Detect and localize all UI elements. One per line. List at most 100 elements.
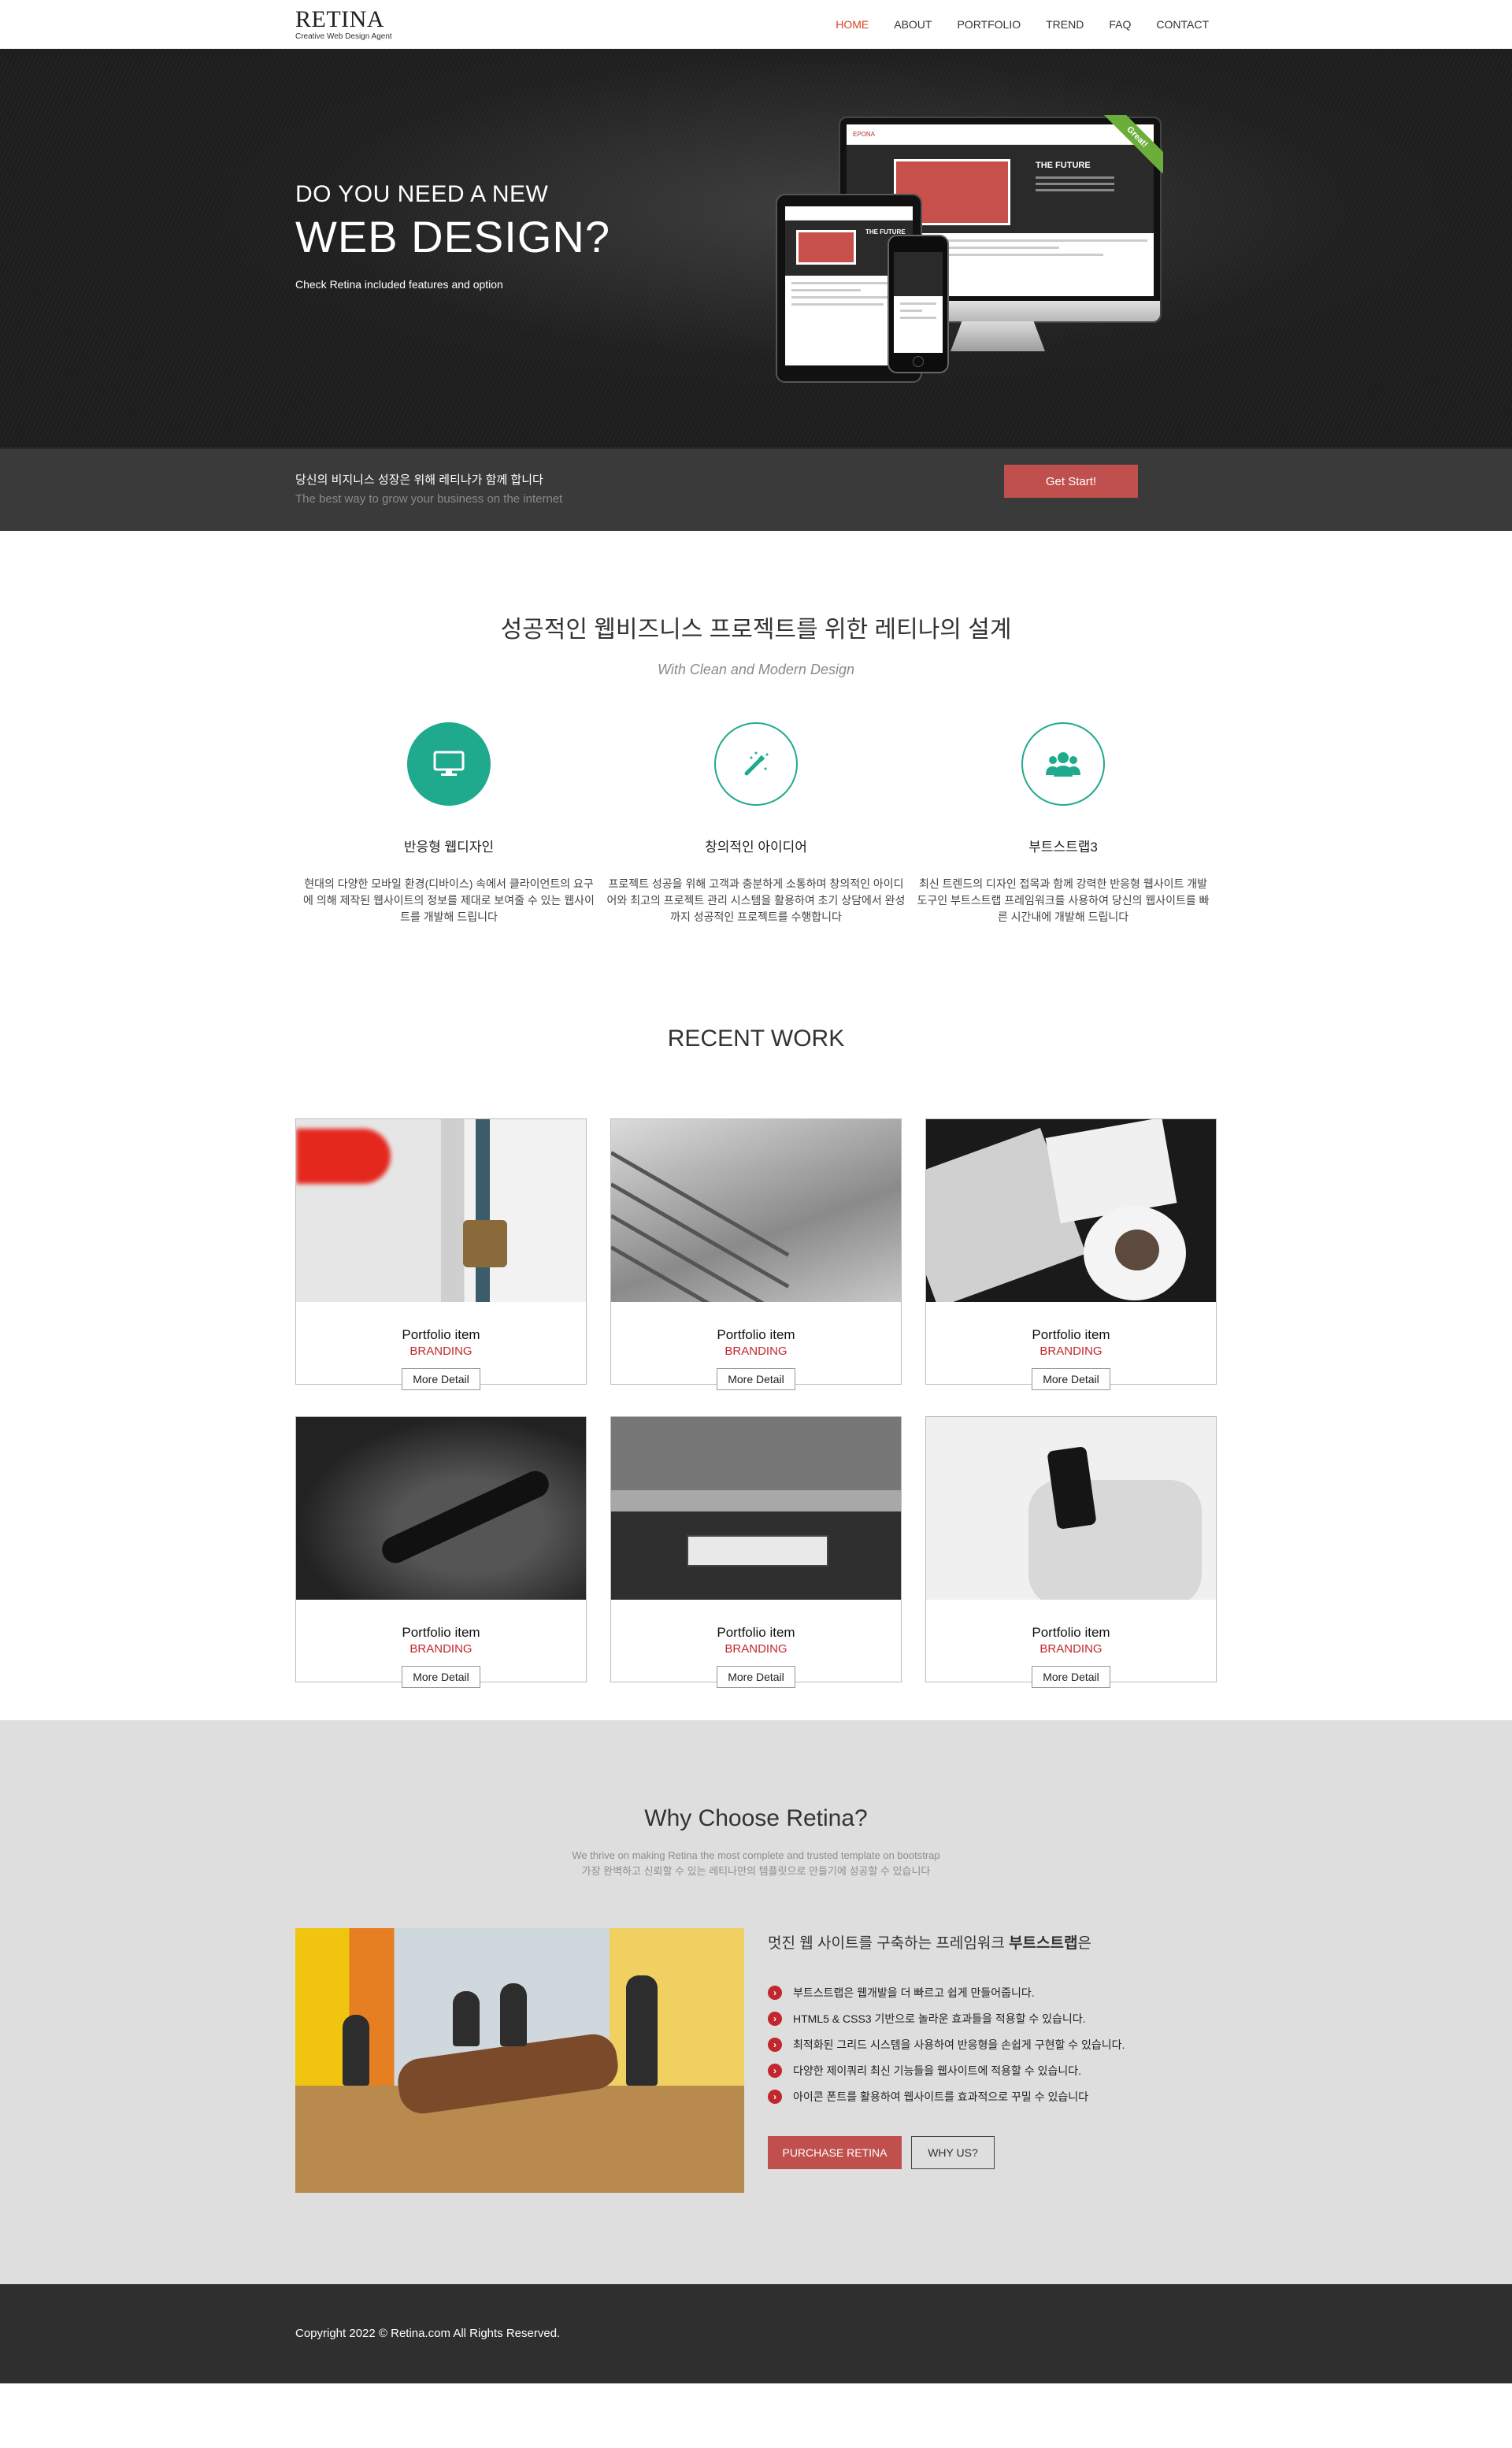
nav-portfolio[interactable]: PORTFOLIO bbox=[957, 18, 1021, 31]
hero-heading-large: WEB DESIGN? bbox=[295, 212, 610, 261]
portfolio-image-padlock bbox=[296, 1119, 586, 1302]
portfolio-title: Portfolio item bbox=[402, 1327, 480, 1342]
more-detail-button[interactable]: More Detail bbox=[1032, 1368, 1110, 1390]
more-detail-button[interactable]: More Detail bbox=[717, 1368, 795, 1390]
why-us-button[interactable]: WHY US? bbox=[911, 2136, 995, 2169]
chevron-right-icon: › bbox=[768, 2089, 782, 2104]
feature-item: 반응형 웹디자인 현대의 다양한 모바일 환경(디바이스) 속에서 클라이언트의… bbox=[295, 722, 602, 925]
portfolio-title: Portfolio item bbox=[717, 1327, 795, 1342]
chevron-right-icon: › bbox=[768, 2063, 782, 2078]
logo[interactable]: RETINA Creative Web Design Agent bbox=[295, 6, 392, 41]
feature-item: 부트스트랩3 최신 트렌드의 디자인 접목과 함께 강력한 반응형 웹사이트 개… bbox=[910, 722, 1217, 925]
mockup-headline: THE FUTURE bbox=[1036, 161, 1091, 170]
more-detail-button[interactable]: More Detail bbox=[717, 1666, 795, 1688]
features-subtitle: With Clean and Modern Design bbox=[658, 662, 854, 677]
why-heading-bold: 부트스트랩 bbox=[1009, 1935, 1078, 1952]
portfolio-card[interactable]: Portfolio item BRANDING More Detail bbox=[610, 1118, 902, 1390]
logo-tagline: Creative Web Design Agent bbox=[295, 32, 392, 41]
portfolio-category: BRANDING bbox=[1040, 1345, 1102, 1358]
monitor-icon bbox=[407, 722, 491, 806]
nav-contact[interactable]: CONTACT bbox=[1156, 18, 1209, 31]
hero-subtitle: Check Retina included features and optio… bbox=[295, 278, 503, 291]
why-heading: 멋진 웹 사이트를 구축하는 프레임워크 부트스트랩은 bbox=[768, 1931, 1125, 1953]
hero-text: DO YOU NEED A NEW WEB DESIGN? Check Reti… bbox=[295, 181, 610, 291]
portfolio-title: Portfolio item bbox=[1032, 1625, 1110, 1640]
portfolio-card[interactable]: Portfolio item BRANDING More Detail bbox=[925, 1416, 1217, 1688]
feature-title: 부트스트랩3 bbox=[1028, 840, 1098, 855]
portfolio-title: Portfolio item bbox=[402, 1625, 480, 1640]
phone-home-button bbox=[913, 356, 924, 367]
phone-mockup bbox=[888, 235, 949, 373]
purchase-retina-button[interactable]: PURCHASE RETINA bbox=[768, 2136, 902, 2169]
why-heading-prefix: 멋진 웹 사이트를 구축하는 프레임워크 bbox=[768, 1935, 1005, 1952]
portfolio-image-rolling-pin bbox=[296, 1417, 586, 1600]
nav-about[interactable]: ABOUT bbox=[894, 18, 932, 31]
chevron-right-icon: › bbox=[768, 2011, 782, 2026]
phone-mockup-banner bbox=[894, 252, 943, 296]
cta-korean-text: 당신의 비지니스 성장은 위해 레티나가 함께 합니다 bbox=[295, 473, 543, 487]
mockup-brand: EPONA bbox=[853, 131, 876, 138]
why-list-item: › HTML5 & CSS3 기반으로 놀라운 효과들을 적용할 수 있습니다. bbox=[768, 2005, 1125, 2031]
portfolio-card[interactable]: Portfolio item BRANDING More Detail bbox=[610, 1416, 902, 1688]
magic-wand-icon bbox=[714, 722, 798, 806]
copyright-text: Copyright 2022 © Retina.com All Rights R… bbox=[295, 2327, 561, 2340]
why-list: › 부트스트랩은 웹개발을 더 빠르고 쉽게 만들어줍니다. › HTML5 & C… bbox=[768, 1979, 1125, 2109]
portfolio-category: BRANDING bbox=[410, 1345, 472, 1358]
phone-screen bbox=[894, 252, 943, 353]
navbar: RETINA Creative Web Design Agent HOME AB… bbox=[0, 0, 1512, 49]
feature-item: 창의적인 아이디어 프로젝트 성공을 위해 고객과 충분하게 소통하며 창의적인… bbox=[602, 722, 910, 925]
portfolio-image-laptop-coffee bbox=[926, 1119, 1216, 1302]
tablet-mockup-red-slide bbox=[796, 230, 856, 265]
more-detail-button[interactable]: More Detail bbox=[402, 1666, 480, 1688]
feature-title: 창의적인 아이디어 bbox=[705, 840, 807, 855]
feature-title: 반응형 웹디자인 bbox=[403, 840, 495, 855]
chevron-right-icon: › bbox=[768, 1985, 782, 2000]
chevron-right-icon: › bbox=[768, 2037, 782, 2052]
portfolio-card[interactable]: Portfolio item BRANDING More Detail bbox=[295, 1416, 587, 1688]
nav-trend[interactable]: TREND bbox=[1046, 18, 1084, 31]
great-ribbon: Great! bbox=[1102, 115, 1163, 176]
nav-home[interactable]: HOME bbox=[836, 18, 869, 31]
tablet-mockup-header bbox=[785, 206, 913, 221]
portfolio-image-smartphone bbox=[926, 1417, 1216, 1600]
cta-text: 당신의 비지니스 성장은 위해 레티나가 함께 합니다 The best way… bbox=[295, 471, 562, 506]
recent-work-section: RECENT WORK Portfolio item BRANDING More… bbox=[0, 996, 1512, 1720]
devices-mockup: EPONA THE FUTURE Great! THE FUTURE bbox=[776, 115, 1169, 391]
portfolio-image-keyboard bbox=[611, 1417, 901, 1600]
feature-desc: 현대의 다양한 모바일 환경(디바이스) 속에서 클라이언트의 요구에 의해 제… bbox=[303, 877, 595, 923]
portfolio-title: Portfolio item bbox=[1032, 1327, 1110, 1342]
feature-desc: 프로젝트 성공을 위해 고객과 충분하게 소통하며 창의적인 아이디어와 최고의… bbox=[606, 877, 906, 923]
portfolio-card[interactable]: Portfolio item BRANDING More Detail bbox=[295, 1118, 587, 1390]
portfolio-category: BRANDING bbox=[410, 1642, 472, 1656]
portfolio-category: BRANDING bbox=[724, 1642, 788, 1656]
why-list-text: HTML5 & CSS3 기반으로 놀라운 효과들을 적용할 수 있습니다. bbox=[793, 2012, 1086, 2025]
why-subtitle-en: We thrive on making Retina the most comp… bbox=[572, 1849, 940, 1861]
why-buttons: PURCHASE RETINA WHY US? bbox=[768, 2136, 1125, 2169]
portfolio-grid: Portfolio item BRANDING More Detail Port… bbox=[295, 1118, 1217, 1688]
office-photo bbox=[295, 1928, 744, 2193]
why-list-item: › 아이콘 폰트를 활용하여 웹사이트를 효과적으로 꾸밀 수 있습니다 bbox=[768, 2083, 1125, 2109]
portfolio-title: Portfolio item bbox=[717, 1625, 795, 1640]
why-list-item: › 부트스트랩은 웹개발을 더 빠르고 쉽게 만들어줍니다. bbox=[768, 1979, 1125, 2005]
portfolio-category: BRANDING bbox=[1040, 1642, 1102, 1656]
users-icon bbox=[1021, 722, 1105, 806]
why-list-text: 최적화된 그리드 시스템을 사용하여 반응형을 손쉽게 구현할 수 있습니다. bbox=[793, 2038, 1125, 2051]
more-detail-button[interactable]: More Detail bbox=[1032, 1666, 1110, 1688]
recent-work-title: RECENT WORK bbox=[667, 1026, 845, 1052]
hero-heading-small: DO YOU NEED A NEW bbox=[295, 181, 549, 207]
why-body: 멋진 웹 사이트를 구축하는 프레임워크 부트스트랩은 › 부트스트랩은 웹개발을… bbox=[295, 1928, 1217, 2193]
why-heading-suffix: 은 bbox=[1077, 1935, 1091, 1952]
portfolio-card[interactable]: Portfolio item BRANDING More Detail bbox=[925, 1118, 1217, 1390]
main-menu: HOME ABOUT PORTFOLIO TREND FAQ CONTACT bbox=[836, 18, 1209, 31]
features-section: 성공적인 웹비즈니스 프로젝트를 위한 레티나의 설계 With Clean a… bbox=[0, 531, 1512, 996]
why-choose-section: Why Choose Retina? We thrive on making R… bbox=[0, 1720, 1512, 2284]
logo-title: RETINA bbox=[295, 6, 384, 32]
more-detail-button[interactable]: More Detail bbox=[402, 1368, 480, 1390]
features-title: 성공적인 웹비즈니스 프로젝트를 위한 레티나의 설계 bbox=[500, 617, 1012, 643]
mockup-text-lines bbox=[1036, 176, 1114, 195]
get-start-button[interactable]: Get Start! bbox=[1004, 465, 1138, 498]
why-subtitle-ko: 가장 완벽하고 신뢰할 수 있는 레티나만의 템플릿으로 만들기에 성공할 수 … bbox=[581, 1865, 931, 1877]
footer: Copyright 2022 © Retina.com All Rights R… bbox=[0, 2284, 1512, 2383]
nav-faq[interactable]: FAQ bbox=[1109, 18, 1131, 31]
why-list-item: › 최적화된 그리드 시스템을 사용하여 반응형을 손쉽게 구현할 수 있습니다. bbox=[768, 2031, 1125, 2057]
